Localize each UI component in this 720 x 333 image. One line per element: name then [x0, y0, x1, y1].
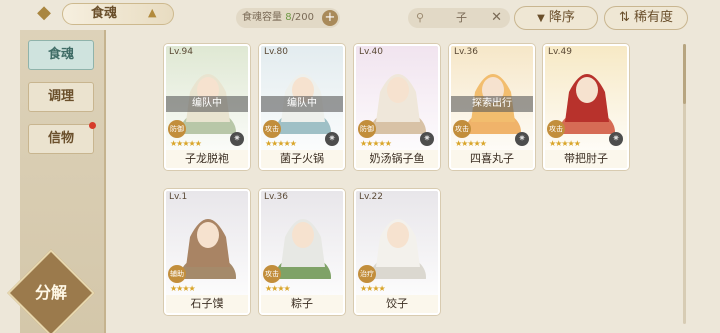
card-level: Lv.22	[359, 192, 383, 202]
card-type-badge: 防御	[168, 120, 186, 138]
card-star-rating: ★★★★	[265, 284, 291, 293]
card-name: 菌子火锅	[261, 150, 343, 168]
chevron-down-icon: ▼	[537, 13, 545, 24]
card-status: 探索出行	[451, 96, 533, 112]
sort-order-label: 降序	[548, 10, 575, 25]
card-status: 编队中	[166, 96, 248, 112]
card-status: 编队中	[261, 96, 343, 112]
card-star-rating: ★★★★★	[170, 139, 202, 148]
card-level: Lv.80	[264, 47, 288, 57]
card-type-badge: 攻击	[263, 120, 281, 138]
tab-token[interactable]: 信物	[28, 122, 96, 154]
food-soul-card[interactable]: Lv.94 编队中防御 ★★★★★ ✷ 子龙脱袍	[164, 44, 250, 170]
card-name: 奶汤锅子鱼	[356, 150, 438, 168]
card-level: Lv.49	[548, 47, 572, 57]
character-portrait	[370, 74, 426, 134]
card-star-rating: ★★★★	[170, 284, 196, 293]
gear-icon: ✷	[230, 132, 244, 146]
tab-cooking-label: 调理	[47, 89, 74, 104]
food-soul-card[interactable]: Lv.49 攻击 ★★★★★ ✷ 带把肘子	[543, 44, 629, 170]
scrollbar[interactable]	[683, 44, 686, 324]
page-title-text: 食魂	[91, 6, 118, 21]
character-portrait	[559, 74, 615, 134]
gear-icon: ✷	[325, 132, 339, 146]
sort-by-rarity-button[interactable]: ⇅ 稀有度	[604, 6, 688, 30]
card-name: 带把肘子	[545, 150, 627, 168]
card-level: Lv.36	[264, 192, 288, 202]
capacity-label: 食魂容量	[242, 12, 282, 23]
sort-icon: ⇅	[618, 10, 634, 25]
character-portrait	[275, 219, 331, 279]
tab-token-label: 信物	[47, 131, 74, 146]
character-portrait	[370, 219, 426, 279]
card-type-badge: 治疗	[358, 265, 376, 283]
card-level: Lv.36	[454, 47, 478, 57]
card-name: 子龙脱袍	[166, 150, 248, 168]
food-soul-card[interactable]: Lv.36 探索出行攻击 ★★★★★ ✷ 四喜丸子	[449, 44, 535, 170]
card-star-rating: ★★★★★	[265, 139, 297, 148]
search-field[interactable]: ⚲ 子 ✕	[408, 8, 510, 28]
add-capacity-button[interactable]: +	[322, 10, 338, 26]
tab-food-soul-label: 食魂	[47, 47, 74, 62]
gear-icon: ✷	[609, 132, 623, 146]
card-type-badge: 防御	[358, 120, 376, 138]
decompose-label[interactable]: 分解	[20, 278, 82, 308]
food-soul-card[interactable]: Lv.22 治疗 ★★★★ 饺子	[354, 189, 440, 315]
food-soul-card[interactable]: Lv.1 辅助 ★★★★ 石子馍	[164, 189, 250, 315]
capacity-indicator: 食魂容量 8/200 +	[236, 8, 340, 28]
card-name: 饺子	[356, 295, 438, 313]
top-bar: ◆ 食魂 ▲ 食魂容量 8/200 + ⚲ 子 ✕ ▼ 降序 ⇅ 稀有度	[0, 0, 720, 36]
food-soul-card[interactable]: Lv.40 防御 ★★★★★ ✷ 奶汤锅子鱼	[354, 44, 440, 170]
card-type-badge: 攻击	[453, 120, 471, 138]
tab-food-soul[interactable]: 食魂	[28, 40, 94, 70]
character-portrait	[180, 219, 236, 279]
gear-icon: ✷	[420, 132, 434, 146]
scrollbar-thumb[interactable]	[683, 44, 686, 104]
card-name: 四喜丸子	[451, 150, 533, 168]
clear-search-icon[interactable]: ✕	[491, 8, 502, 28]
gear-icon: ✷	[515, 132, 529, 146]
card-name: 石子馍	[166, 295, 248, 313]
card-star-rating: ★★★★★	[455, 139, 487, 148]
card-level: Lv.1	[169, 192, 188, 202]
card-level: Lv.40	[359, 47, 383, 57]
food-soul-card[interactable]: Lv.36 攻击 ★★★★ 粽子	[259, 189, 345, 315]
card-type-badge: 攻击	[547, 120, 565, 138]
card-name: 粽子	[261, 295, 343, 313]
sort-order-button[interactable]: ▼ 降序	[514, 6, 598, 30]
card-star-rating: ★★★★★	[549, 139, 581, 148]
back-arrow-icon[interactable]: ◆	[30, 2, 58, 24]
card-type-badge: 辅助	[168, 265, 186, 283]
card-level: Lv.94	[169, 47, 193, 57]
search-value[interactable]: 子	[456, 8, 467, 28]
capacity-total: /200	[291, 12, 315, 23]
notification-dot	[89, 122, 96, 129]
rarity-label: 稀有度	[634, 10, 674, 25]
card-star-rating: ★★★★	[360, 284, 386, 293]
card-type-badge: 攻击	[263, 265, 281, 283]
card-star-rating: ★★★★★	[360, 139, 392, 148]
tab-cooking[interactable]: 调理	[28, 82, 94, 112]
food-soul-card[interactable]: Lv.80 编队中攻击 ★★★★★ ✷ 菌子火锅	[259, 44, 345, 170]
crown-icon[interactable]: ▲	[148, 6, 162, 20]
search-icon: ⚲	[416, 11, 425, 24]
